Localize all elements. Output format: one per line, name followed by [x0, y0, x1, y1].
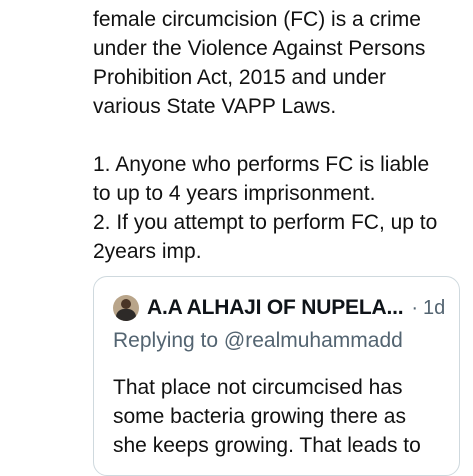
tweet-text-line: 1. Anyone who performs FC is liable — [93, 153, 430, 176]
replying-prefix: Replying to — [113, 329, 219, 352]
tweet-text-line: under the Violence Against Persons — [93, 37, 426, 60]
tweet-text-line: female circumcision (FC) is a crime — [93, 8, 421, 31]
separator-dot: · — [411, 296, 419, 319]
tweet-text-line: 2years imp. — [93, 240, 202, 263]
tweet-text: female circumcision (FC) is a crime unde… — [93, 5, 465, 266]
avatar-face — [121, 299, 131, 309]
replying-to: Replying to @realmuhammadd — [113, 329, 403, 353]
quoted-text-line: some bacteria growing there as — [113, 405, 406, 428]
quoted-tweet-header: A.A ALHAJI OF NUPELA... · 1d — [113, 295, 445, 321]
timestamp[interactable]: 1d — [423, 297, 445, 320]
tweet-text-line: to up to 4 years imprisonment. — [93, 182, 376, 205]
tweet-text-line: 2. If you attempt to perform FC, up to — [93, 211, 438, 234]
quoted-tweet-text: That place not circumcised has some bact… — [113, 373, 443, 460]
author-name[interactable]: A.A ALHAJI OF NUPELA... — [147, 296, 404, 320]
tweet-text-line: various State VAPP Laws. — [93, 95, 337, 118]
tweet-text-line: Prohibition Act, 2015 and under — [93, 66, 387, 89]
replying-handle[interactable]: @realmuhammadd — [224, 329, 403, 352]
avatar[interactable] — [113, 295, 139, 321]
quoted-tweet-card[interactable]: A.A ALHAJI OF NUPELA... · 1d Replying to… — [93, 276, 460, 476]
quoted-text-line: she keeps growing. That leads to — [113, 434, 421, 457]
avatar-body — [116, 309, 136, 321]
quoted-text-line: That place not circumcised has — [113, 376, 403, 399]
